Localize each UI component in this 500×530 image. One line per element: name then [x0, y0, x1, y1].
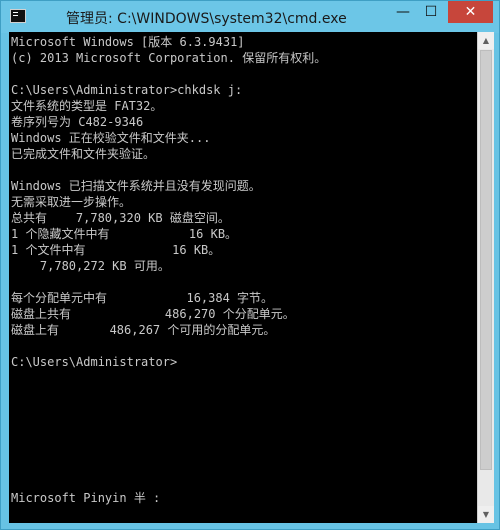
- scroll-down-arrow-icon[interactable]: ▼: [478, 506, 494, 523]
- console-line: C:\Users\Administrator>chkdsk j:: [11, 83, 243, 97]
- console-line: Windows 正在校验文件和文件夹...: [11, 131, 211, 145]
- console-line: 1 个文件中有 16 KB。: [11, 243, 221, 257]
- console-line: 7,780,272 KB 可用。: [11, 259, 170, 273]
- command-prompt: C:\Users\Administrator>: [11, 355, 178, 369]
- window-title: 管理员: C:\WINDOWS\system32\cmd.exe: [66, 11, 347, 27]
- console-line: 每个分配单元中有 16,384 字节。: [11, 291, 274, 305]
- scroll-up-arrow-icon[interactable]: ▲: [478, 32, 494, 49]
- cmd-icon[interactable]: [10, 9, 26, 23]
- title-bar[interactable]: 管理员: C:\WINDOWS\system32\cmd.exe — ☐ ✕: [1, 1, 499, 33]
- console-line: (c) 2013 Microsoft Corporation. 保留所有权利。: [11, 51, 327, 65]
- console-line: 文件系统的类型是 FAT32。: [11, 99, 163, 113]
- cmd-window: 管理员: C:\WINDOWS\system32\cmd.exe — ☐ ✕ M…: [0, 0, 500, 530]
- console-line: 1 个隐藏文件中有 16 KB。: [11, 227, 238, 241]
- console-output[interactable]: Microsoft Windows [版本 6.3.9431] (c) 2013…: [9, 32, 477, 523]
- console-line: 已完成文件和文件夹验证。: [11, 147, 156, 161]
- console-line: 磁盘上共有 486,270 个分配单元。: [11, 307, 295, 321]
- ime-status: Microsoft Pinyin 半 :: [11, 491, 161, 505]
- console-line: Windows 已扫描文件系统并且没有发现问题。: [11, 179, 261, 193]
- minimize-button[interactable]: —: [389, 1, 417, 23]
- maximize-button[interactable]: ☐: [417, 1, 445, 23]
- console-line: Microsoft Windows [版本 6.3.9431]: [11, 35, 245, 49]
- scroll-thumb[interactable]: [480, 50, 492, 470]
- console-line: 无需采取进一步操作。: [11, 195, 132, 209]
- close-button[interactable]: ✕: [448, 1, 493, 23]
- console-line: 磁盘上有 486,267 个可用的分配单元。: [11, 323, 276, 337]
- console-line: 总共有 7,780,320 KB 磁盘空间。: [11, 211, 230, 225]
- console-line: 卷序列号为 C482-9346: [11, 115, 144, 129]
- vertical-scrollbar[interactable]: ▲ ▼: [477, 32, 494, 523]
